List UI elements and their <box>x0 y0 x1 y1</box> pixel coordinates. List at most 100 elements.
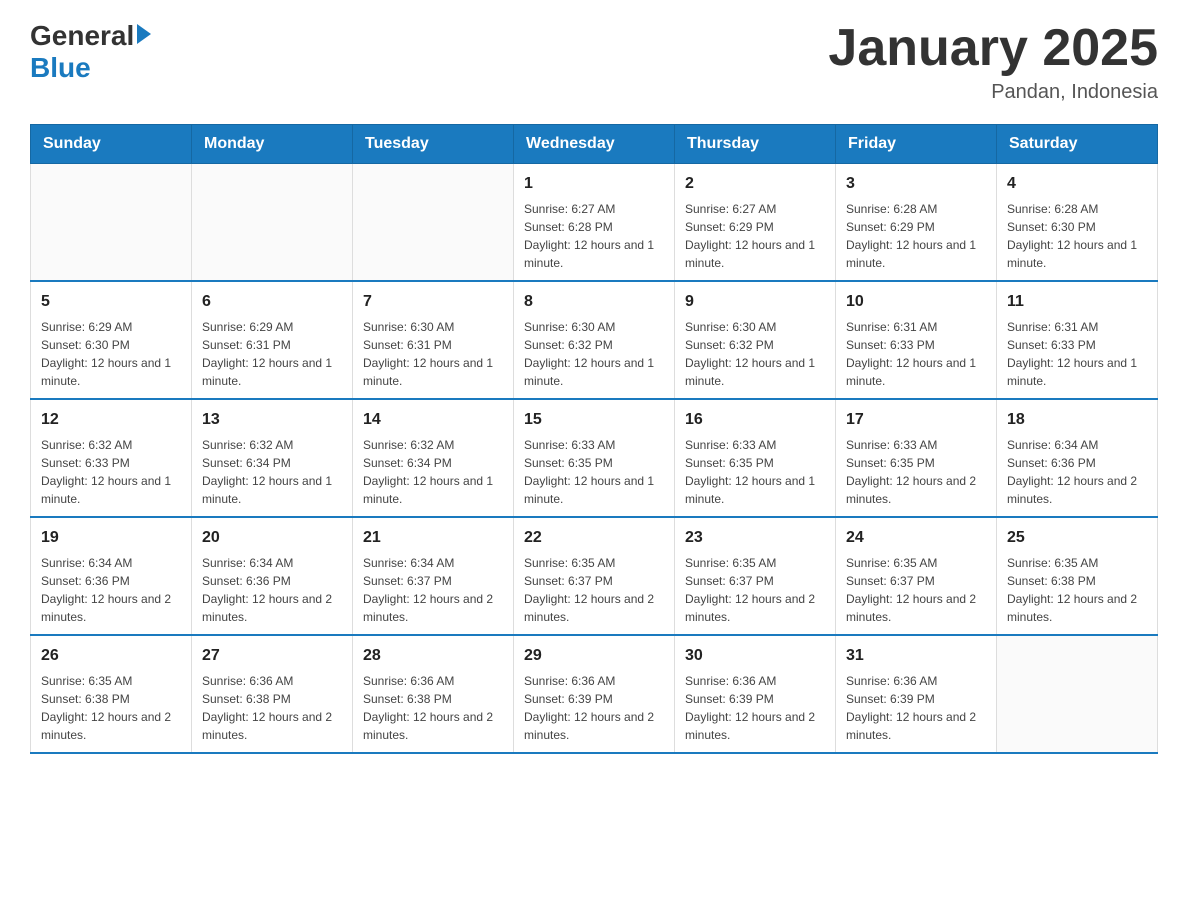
day-number: 30 <box>685 644 825 668</box>
day-number: 7 <box>363 290 503 314</box>
calendar-week-row: 19 Sunrise: 6:34 AMSunset: 6:36 PMDayligh… <box>31 517 1158 635</box>
day-info: Sunrise: 6:35 AMSunset: 6:37 PMDaylight:… <box>846 554 986 626</box>
day-number: 24 <box>846 526 986 550</box>
day-info: Sunrise: 6:36 AMSunset: 6:39 PMDaylight:… <box>846 672 986 744</box>
calendar-cell: 25 Sunrise: 6:35 AMSunset: 6:38 PMDayligh… <box>997 517 1158 635</box>
day-number: 25 <box>1007 526 1147 550</box>
calendar-cell: 9Sunrise: 6:30 AMSunset: 6:32 PMDaylight… <box>675 281 836 399</box>
calendar-cell: 4 Sunrise: 6:28 AMSunset: 6:30 PMDaylight… <box>997 164 1158 282</box>
day-info: Sunrise: 6:34 AMSunset: 6:37 PMDaylight:… <box>363 554 503 626</box>
calendar-cell: 2 Sunrise: 6:27 AMSunset: 6:29 PMDaylight… <box>675 164 836 282</box>
calendar-cell: 27Sunrise: 6:36 AMSunset: 6:38 PMDayligh… <box>192 635 353 753</box>
day-info: Sunrise: 6:27 AMSunset: 6:29 PMDaylight:… <box>685 200 825 272</box>
calendar-cell: 10Sunrise: 6:31 AMSunset: 6:33 PMDayligh… <box>836 281 997 399</box>
day-number: 13 <box>202 408 342 432</box>
calendar-cell: 6 Sunrise: 6:29 AMSunset: 6:31 PMDaylight… <box>192 281 353 399</box>
calendar-cell: 15Sunrise: 6:33 AMSunset: 6:35 PMDayligh… <box>514 399 675 517</box>
day-number: 12 <box>41 408 181 432</box>
day-number: 19 <box>41 526 181 550</box>
day-number: 18 <box>1007 408 1147 432</box>
day-number: 23 <box>685 526 825 550</box>
day-number: 20 <box>202 526 342 550</box>
logo-triangle-icon <box>137 24 151 44</box>
calendar-cell: 23 Sunrise: 6:35 AMSunset: 6:37 PMDayligh… <box>675 517 836 635</box>
logo-text-general: General <box>30 20 134 52</box>
day-info: Sunrise: 6:29 AMSunset: 6:30 PMDaylight:… <box>41 318 181 390</box>
day-number: 11 <box>1007 290 1147 314</box>
day-info: Sunrise: 6:35 AMSunset: 6:38 PMDaylight:… <box>41 672 181 744</box>
calendar-cell: 16Sunrise: 6:33 AMSunset: 6:35 PMDayligh… <box>675 399 836 517</box>
column-header-tuesday: Tuesday <box>353 125 514 164</box>
day-number: 14 <box>363 408 503 432</box>
day-info: Sunrise: 6:34 AMSunset: 6:36 PMDaylight:… <box>41 554 181 626</box>
column-header-sunday: Sunday <box>31 125 192 164</box>
day-info: Sunrise: 6:29 AMSunset: 6:31 PMDaylight:… <box>202 318 342 390</box>
column-header-friday: Friday <box>836 125 997 164</box>
day-number: 4 <box>1007 172 1147 196</box>
day-info: Sunrise: 6:28 AMSunset: 6:30 PMDaylight:… <box>1007 200 1147 272</box>
calendar-week-row: 5 Sunrise: 6:29 AMSunset: 6:30 PMDaylight… <box>31 281 1158 399</box>
day-info: Sunrise: 6:33 AMSunset: 6:35 PMDaylight:… <box>846 436 986 508</box>
calendar-cell: 3 Sunrise: 6:28 AMSunset: 6:29 PMDaylight… <box>836 164 997 282</box>
day-number: 17 <box>846 408 986 432</box>
page-header: General Blue January 2025 Pandan, Indone… <box>30 20 1158 104</box>
calendar-cell: 13 Sunrise: 6:32 AMSunset: 6:34 PMDayligh… <box>192 399 353 517</box>
calendar-cell: 17 Sunrise: 6:33 AMSunset: 6:35 PMDayligh… <box>836 399 997 517</box>
title-section: January 2025 Pandan, Indonesia <box>828 20 1158 104</box>
calendar-week-row: 12Sunrise: 6:32 AMSunset: 6:33 PMDayligh… <box>31 399 1158 517</box>
calendar-cell: 31 Sunrise: 6:36 AMSunset: 6:39 PMDayligh… <box>836 635 997 753</box>
calendar-cell <box>31 164 192 282</box>
day-number: 31 <box>846 644 986 668</box>
day-info: Sunrise: 6:30 AMSunset: 6:31 PMDaylight:… <box>363 318 503 390</box>
day-info: Sunrise: 6:36 AMSunset: 6:39 PMDaylight:… <box>524 672 664 744</box>
day-info: Sunrise: 6:35 AMSunset: 6:38 PMDaylight:… <box>1007 554 1147 626</box>
day-number: 27 <box>202 644 342 668</box>
day-number: 28 <box>363 644 503 668</box>
day-info: Sunrise: 6:35 AMSunset: 6:37 PMDaylight:… <box>685 554 825 626</box>
calendar-cell: 19 Sunrise: 6:34 AMSunset: 6:36 PMDayligh… <box>31 517 192 635</box>
day-info: Sunrise: 6:35 AMSunset: 6:37 PMDaylight:… <box>524 554 664 626</box>
calendar-cell: 22Sunrise: 6:35 AMSunset: 6:37 PMDayligh… <box>514 517 675 635</box>
calendar-cell: 1 Sunrise: 6:27 AMSunset: 6:28 PMDaylight… <box>514 164 675 282</box>
day-number: 2 <box>685 172 825 196</box>
calendar-cell: 12Sunrise: 6:32 AMSunset: 6:33 PMDayligh… <box>31 399 192 517</box>
column-header-saturday: Saturday <box>997 125 1158 164</box>
column-header-monday: Monday <box>192 125 353 164</box>
calendar-cell <box>997 635 1158 753</box>
logo: General Blue <box>30 20 151 84</box>
day-number: 5 <box>41 290 181 314</box>
calendar-cell: 28Sunrise: 6:36 AMSunset: 6:38 PMDayligh… <box>353 635 514 753</box>
day-number: 6 <box>202 290 342 314</box>
day-info: Sunrise: 6:34 AMSunset: 6:36 PMDaylight:… <box>1007 436 1147 508</box>
day-info: Sunrise: 6:30 AMSunset: 6:32 PMDaylight:… <box>524 318 664 390</box>
day-number: 16 <box>685 408 825 432</box>
day-number: 1 <box>524 172 664 196</box>
calendar-cell: 21 Sunrise: 6:34 AMSunset: 6:37 PMDayligh… <box>353 517 514 635</box>
column-header-wednesday: Wednesday <box>514 125 675 164</box>
logo-text-blue: Blue <box>30 52 91 83</box>
column-header-thursday: Thursday <box>675 125 836 164</box>
day-number: 26 <box>41 644 181 668</box>
day-number: 10 <box>846 290 986 314</box>
day-number: 3 <box>846 172 986 196</box>
calendar-week-row: 26 Sunrise: 6:35 AMSunset: 6:38 PMDayligh… <box>31 635 1158 753</box>
day-info: Sunrise: 6:27 AMSunset: 6:28 PMDaylight:… <box>524 200 664 272</box>
calendar-cell <box>192 164 353 282</box>
day-info: Sunrise: 6:30 AMSunset: 6:32 PMDaylight:… <box>685 318 825 390</box>
day-number: 15 <box>524 408 664 432</box>
calendar-week-row: 1 Sunrise: 6:27 AMSunset: 6:28 PMDaylight… <box>31 164 1158 282</box>
day-info: Sunrise: 6:32 AMSunset: 6:34 PMDaylight:… <box>202 436 342 508</box>
calendar-cell: 24 Sunrise: 6:35 AMSunset: 6:37 PMDayligh… <box>836 517 997 635</box>
calendar-subtitle: Pandan, Indonesia <box>828 81 1158 104</box>
calendar-cell: 29Sunrise: 6:36 AMSunset: 6:39 PMDayligh… <box>514 635 675 753</box>
day-info: Sunrise: 6:34 AMSunset: 6:36 PMDaylight:… <box>202 554 342 626</box>
calendar-cell: 5 Sunrise: 6:29 AMSunset: 6:30 PMDaylight… <box>31 281 192 399</box>
day-number: 21 <box>363 526 503 550</box>
calendar-table: SundayMondayTuesdayWednesdayThursdayFrid… <box>30 124 1158 754</box>
day-info: Sunrise: 6:36 AMSunset: 6:39 PMDaylight:… <box>685 672 825 744</box>
calendar-cell: 26 Sunrise: 6:35 AMSunset: 6:38 PMDayligh… <box>31 635 192 753</box>
calendar-title: January 2025 <box>828 20 1158 77</box>
day-number: 8 <box>524 290 664 314</box>
calendar-cell: 7 Sunrise: 6:30 AMSunset: 6:31 PMDaylight… <box>353 281 514 399</box>
day-info: Sunrise: 6:28 AMSunset: 6:29 PMDaylight:… <box>846 200 986 272</box>
